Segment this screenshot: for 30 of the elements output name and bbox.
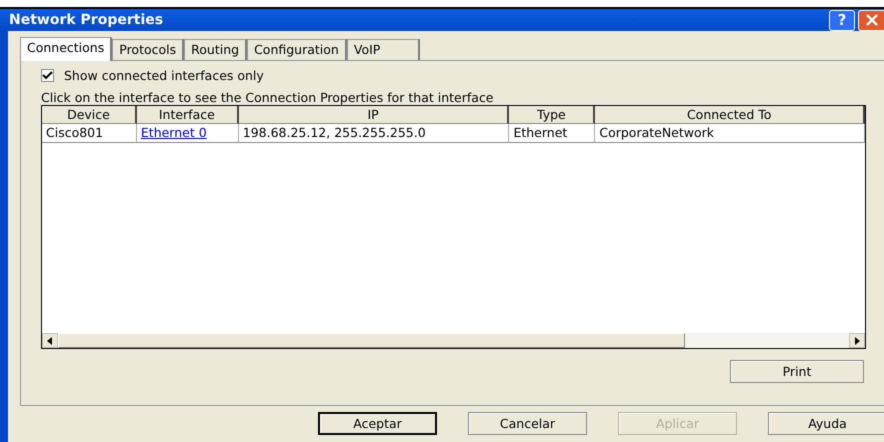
print-button[interactable]: Print [730,360,864,383]
scroll-right-icon[interactable] [849,333,865,348]
tab[interactable]: Connections [20,37,112,61]
close-button[interactable] [858,10,884,30]
horizontal-scrollbar[interactable] [42,333,865,348]
cell-text: Cisco801 [46,125,104,140]
dialog-button[interactable]: Cancelar [468,412,587,435]
column-header[interactable]: Device [42,106,137,124]
tab[interactable]: VoIP [346,39,420,60]
scroll-thumb[interactable] [58,333,685,348]
column-header[interactable]: Interface [136,106,239,124]
scroll-left-icon[interactable] [42,333,58,348]
cell-text: Ethernet [513,125,568,140]
cell-text: CorporateNetwork [599,125,714,140]
checkbox-label: Show connected interfaces only [64,68,264,82]
window-title: Network Properties [9,12,164,28]
help-button[interactable]: ? [829,10,855,30]
cell-text: 198.68.25.12, 255.255.255.0 [242,125,426,140]
dialog-button[interactable]: Ayuda [768,412,884,435]
checkbox[interactable] [41,68,54,82]
tab[interactable]: Protocols [112,39,184,60]
dialog-button[interactable]: Aceptar [318,412,437,435]
column-header[interactable]: IP [238,106,510,124]
interface-link[interactable]: Ethernet 0 [140,125,207,140]
tab[interactable]: Routing [184,39,248,60]
column-header[interactable]: Type [509,106,596,124]
close-icon [864,13,878,27]
tab[interactable]: Configuration [247,39,347,60]
column-header[interactable]: Connected To [595,106,865,124]
instruction-text: Click on the interface to see the Connection Properties for that interface [41,90,495,105]
